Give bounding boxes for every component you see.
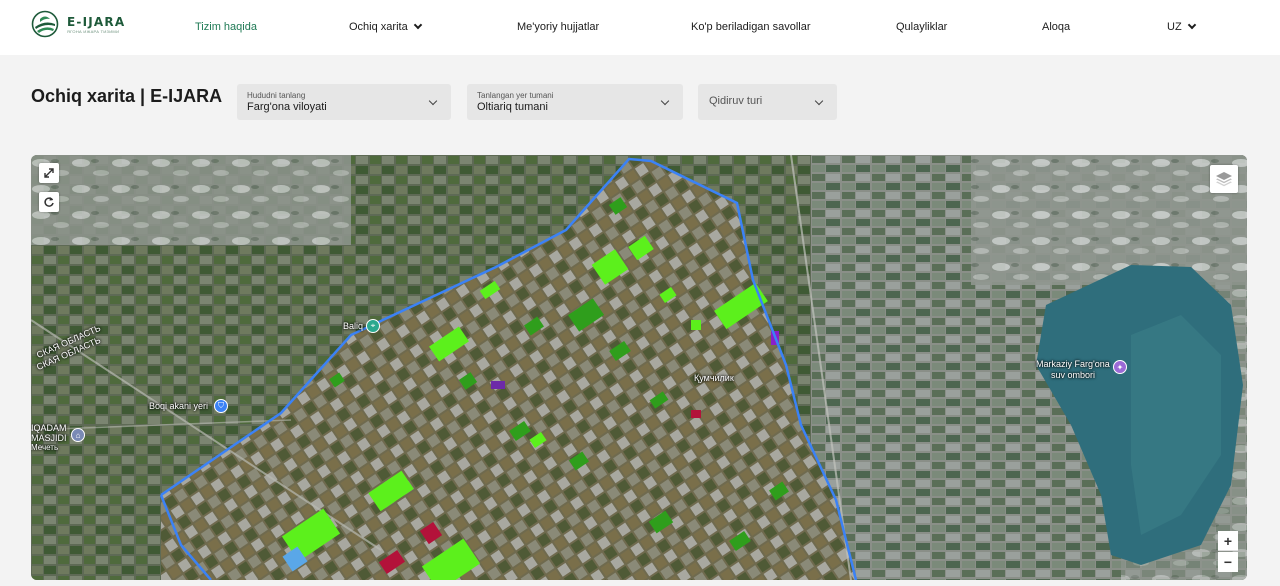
district-select-label: Tanlangan yer tumani: [477, 91, 554, 100]
search-type-placeholder: Qidiruv turi: [709, 95, 763, 107]
e-ijara-logo[interactable]: E-IJARA ЯГОНА ИЖАРА ТИЗИМИ: [31, 9, 131, 39]
chevron-down-icon: [428, 96, 438, 106]
nav-tizim-haqida[interactable]: Tizim haqida: [195, 19, 257, 35]
search-type-select[interactable]: Qidiruv turi: [698, 84, 837, 120]
nav-label: Qulayliklar: [896, 21, 948, 33]
expand-icon: [44, 168, 54, 178]
satellite-map[interactable]: + − СКАЯ ОБЛАСТЬ СКАЯ ОБЛАСТЬ Baliq ⌖ Bo…: [31, 155, 1247, 580]
map-label-town: Қумчилик: [694, 373, 734, 383]
logo-title: E-IJARA: [67, 14, 126, 29]
nav-qulayliklar[interactable]: Qulayliklar: [896, 19, 947, 35]
layers-icon: [1216, 172, 1232, 187]
shop-marker-icon[interactable]: ⛉: [214, 399, 228, 413]
map-label-reservoir-1: Markaziy Farg'ona: [1036, 359, 1110, 369]
nav-label: Ochiq xarita: [349, 21, 408, 33]
map-label-baliq: Baliq: [343, 321, 364, 331]
page-title: Ochiq xarita | E-IJARA: [31, 86, 223, 106]
mosque-marker-icon[interactable]: ⌂: [71, 428, 85, 442]
map-label-masjid-3: Мечеть: [31, 443, 59, 452]
region-select-value: Farg'ona viloyati: [247, 101, 327, 113]
region-select[interactable]: Hududni tanlang Farg'ona viloyati: [237, 84, 451, 120]
nav-label: Tizim haqida: [195, 21, 257, 33]
zoom-out-button[interactable]: −: [1218, 552, 1238, 572]
district-select-value: Oltiariq tumani: [477, 101, 548, 113]
language-selector[interactable]: UZ: [1167, 19, 1196, 35]
chevron-down-icon: [1187, 20, 1196, 30]
leaf-logo-icon: [31, 10, 59, 38]
map-label-reservoir-2: suv ombori: [1051, 370, 1096, 380]
region-select-label: Hududni tanlang: [247, 91, 306, 100]
map-label-masjid-1: IQADAM: [31, 423, 67, 433]
nav-label: Aloqa: [1042, 21, 1071, 33]
logo-subtitle: ЯГОНА ИЖАРА ТИЗИМИ: [67, 28, 120, 34]
chevron-down-icon: [413, 20, 422, 30]
nav-meyoriy-hujjatlar[interactable]: Me'yoriy hujjatlar: [517, 19, 599, 35]
top-navigation-bar: E-IJARA ЯГОНА ИЖАРА ТИЗИМИ Tizim haqida …: [0, 0, 1280, 55]
nav-ochiq-xarita[interactable]: Ochiq xarita: [349, 19, 422, 35]
landmark-marker-icon[interactable]: ✦: [1113, 360, 1127, 374]
reset-icon: [44, 197, 54, 207]
nav-aloqa[interactable]: Aloqa: [1042, 19, 1070, 35]
layers-button[interactable]: [1210, 165, 1238, 193]
chevron-down-icon: [660, 96, 670, 106]
district-select[interactable]: Tanlangan yer tumani Oltiariq tumani: [467, 84, 683, 120]
nav-label: Ko'p beriladigan savollar: [691, 21, 811, 33]
map-label-boqi-akani-yeri: Boqi akani yeri: [149, 401, 209, 411]
language-label: UZ: [1167, 21, 1182, 33]
fullscreen-button[interactable]: [39, 163, 59, 183]
chevron-down-icon: [814, 96, 824, 106]
nav-faq[interactable]: Ko'p beriladigan savollar: [691, 19, 811, 35]
place-marker-icon[interactable]: ⌖: [366, 319, 380, 333]
zoom-in-button[interactable]: +: [1218, 531, 1238, 551]
reset-view-button[interactable]: [39, 192, 59, 212]
nav-label: Me'yoriy hujjatlar: [517, 21, 600, 33]
map-label-masjid-2: MASJIDI: [31, 433, 67, 443]
